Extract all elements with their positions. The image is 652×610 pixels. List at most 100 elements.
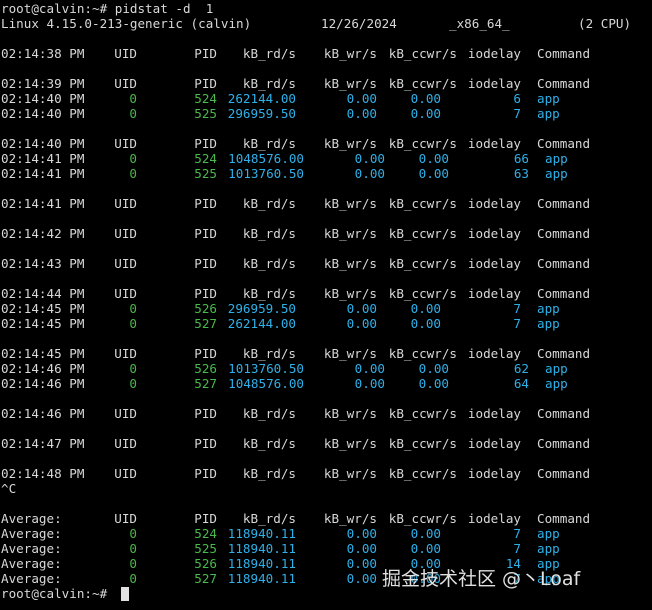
row-pid: 525	[194, 166, 217, 181]
row-uid: 0	[129, 301, 137, 316]
row-iodelay: 64	[513, 376, 529, 391]
header-iodelay: iodelay	[467, 256, 521, 271]
row-pid: 526	[194, 556, 217, 571]
row-kb-ccwr: 0.00	[410, 301, 441, 316]
row-kb-ccwr: 0.00	[418, 166, 449, 181]
header-uid: UID	[114, 436, 137, 451]
header-kb-rd: kB_rd/s	[242, 511, 296, 526]
row-kb-wr: 0.00	[346, 571, 377, 586]
row-command: app	[537, 526, 560, 541]
row-pid: 527	[194, 571, 217, 586]
row-kb-wr: 0.00	[346, 301, 377, 316]
watermark: 掘金技术社区 @丶Loaf	[382, 568, 581, 590]
header-time: 02:14:45 PM	[1, 346, 85, 361]
row-command: app	[537, 301, 560, 316]
table-row: Average: 0 524 118940.11 0.00 0.00 7 app	[0, 526, 652, 541]
table-row: 02:14:41 PM 0 525 1013760.50 0.00 0.00 63 app	[0, 166, 652, 181]
row-command: app	[545, 151, 568, 166]
header-kb-ccwr: kB_ccwr/s	[388, 256, 457, 271]
header-pid: PID	[194, 466, 217, 481]
header-kb-wr: kB_wr/s	[323, 346, 377, 361]
table-row: Average: 0 525 118940.11 0.00 0.00 7 app	[0, 541, 652, 556]
header-iodelay: iodelay	[467, 346, 521, 361]
header-command: Command	[537, 196, 591, 211]
header-pid: PID	[194, 136, 217, 151]
table-row: 02:14:41 PM 0 524 1048576.00 0.00 0.00 66 app	[0, 151, 652, 166]
row-command: app	[545, 166, 568, 181]
row-kb-ccwr: 0.00	[418, 151, 449, 166]
sysinfo-line: Linux 4.15.0-213-generic (calvin) 12/26/…	[0, 16, 652, 31]
header-kb-rd: kB_rd/s	[242, 46, 296, 61]
row-kb-ccwr: 0.00	[410, 541, 441, 556]
header-uid: UID	[114, 136, 137, 151]
header-kb-wr: kB_wr/s	[323, 226, 377, 241]
row-uid: 0	[129, 376, 137, 391]
header-kb-wr: kB_wr/s	[323, 196, 377, 211]
header-kb-wr: kB_wr/s	[323, 406, 377, 421]
row-kb-wr: 0.00	[346, 526, 377, 541]
row-time: 02:14:40 PM	[1, 91, 85, 106]
row-uid: 0	[129, 556, 137, 571]
header-kb-ccwr: kB_ccwr/s	[388, 286, 457, 301]
header-iodelay: iodelay	[467, 226, 521, 241]
terminal-window[interactable]: root@calvin:~# pidstat -d 1 Linux 4.15.0…	[0, 0, 652, 610]
header-pid: PID	[194, 511, 217, 526]
header-kb-ccwr: kB_ccwr/s	[388, 436, 457, 451]
header-command: Command	[537, 256, 591, 271]
row-iodelay: 7	[513, 316, 521, 331]
row-iodelay: 7	[513, 526, 521, 541]
header-kb-ccwr: kB_ccwr/s	[388, 511, 457, 526]
header-uid: UID	[114, 286, 137, 301]
header-kb-wr: kB_wr/s	[323, 76, 377, 91]
date-info: 12/26/2024	[321, 16, 397, 31]
header-kb-ccwr: kB_ccwr/s	[388, 196, 457, 211]
header-kb-ccwr: kB_ccwr/s	[388, 76, 457, 91]
row-uid: 0	[129, 541, 137, 556]
row-time: Average:	[1, 541, 62, 556]
table-row: 02:14:40 PM 0 524 262144.00 0.00 0.00 6 app	[0, 91, 652, 106]
header-pid: PID	[194, 196, 217, 211]
header-iodelay: iodelay	[467, 286, 521, 301]
header-iodelay: iodelay	[467, 511, 521, 526]
interrupt-line: ^C	[0, 481, 652, 496]
table-header-row: 02:14:40 PM UID PID kB_rd/s kB_wr/s kB_ccwr/s…	[0, 136, 652, 151]
header-kb-rd: kB_rd/s	[242, 346, 296, 361]
table-header-row: 02:14:38 PM UID PID kB_rd/s kB_wr/s kB_ccwr/s…	[0, 46, 652, 61]
row-kb-ccwr: 0.00	[410, 91, 441, 106]
row-time: 02:14:45 PM	[1, 301, 85, 316]
header-kb-rd: kB_rd/s	[242, 436, 296, 451]
header-uid: UID	[114, 346, 137, 361]
header-command: Command	[537, 406, 591, 421]
header-iodelay: iodelay	[467, 196, 521, 211]
table-row: 02:14:40 PM 0 525 296959.50 0.00 0.00 7 app	[0, 106, 652, 121]
header-pid: PID	[194, 286, 217, 301]
header-kb-rd: kB_rd/s	[242, 136, 296, 151]
row-uid: 0	[129, 361, 137, 376]
row-kb-rd: 262144.00	[227, 91, 296, 106]
row-kb-wr: 0.00	[354, 376, 385, 391]
header-uid: UID	[114, 406, 137, 421]
row-time: Average:	[1, 571, 62, 586]
header-kb-rd: kB_rd/s	[242, 76, 296, 91]
header-command: Command	[537, 511, 591, 526]
header-kb-wr: kB_wr/s	[323, 436, 377, 451]
table-header-row: 02:14:44 PM UID PID kB_rd/s kB_wr/s kB_ccwr/s…	[0, 286, 652, 301]
header-pid: PID	[194, 256, 217, 271]
shell-prompt: root@calvin:~#	[1, 586, 115, 601]
header-time: 02:14:39 PM	[1, 76, 85, 91]
table-header-row: 02:14:39 PM UID PID kB_rd/s kB_wr/s kB_ccwr/s…	[0, 76, 652, 91]
row-iodelay: 62	[513, 361, 529, 376]
header-kb-rd: kB_rd/s	[242, 256, 296, 271]
row-command: app	[545, 376, 568, 391]
header-time: 02:14:40 PM	[1, 136, 85, 151]
prompt-command: root@calvin:~# pidstat -d 1	[1, 1, 214, 16]
header-iodelay: iodelay	[467, 46, 521, 61]
header-uid: UID	[114, 76, 137, 91]
header-iodelay: iodelay	[467, 436, 521, 451]
header-iodelay: iodelay	[467, 76, 521, 91]
row-uid: 0	[129, 571, 137, 586]
